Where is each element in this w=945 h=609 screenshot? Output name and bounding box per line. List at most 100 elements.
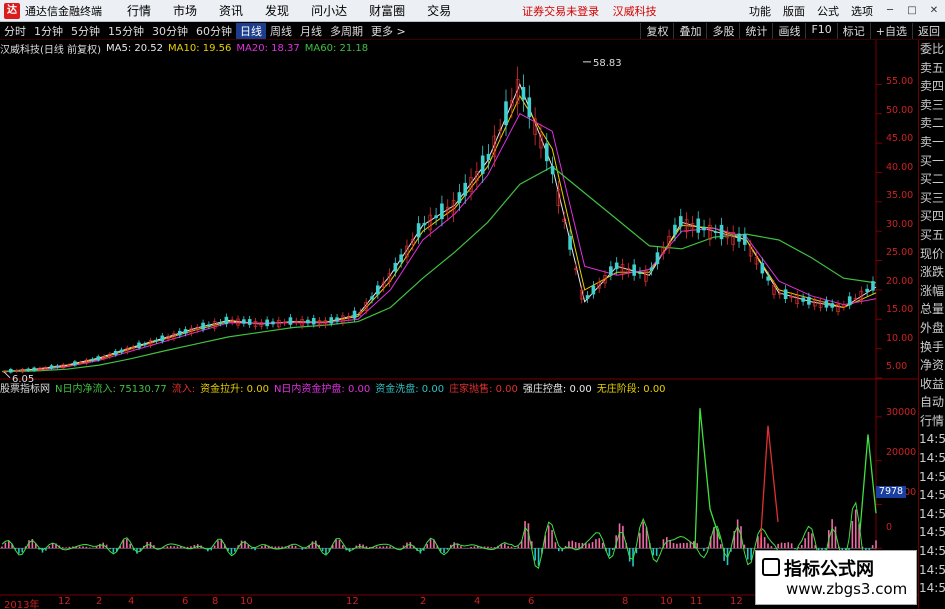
candle-body (26, 368, 31, 371)
candle-body (655, 252, 660, 265)
kline-chart[interactable]: 58.836.05 (0, 0, 945, 609)
high-label: 58.83 (593, 58, 622, 69)
candle-body (49, 365, 54, 369)
date-tick: 6 (528, 596, 535, 607)
watermark-logo: 指标公式网 www.zbgs3.com (755, 550, 917, 605)
candle-body (55, 365, 60, 368)
side-label[interactable]: 买二 (919, 170, 945, 189)
date-tick: 11 (690, 596, 703, 607)
candle-body (696, 218, 701, 233)
indicator-tick: 0 (886, 522, 893, 533)
ma10-label: MA10: 19.56 (168, 42, 232, 54)
candle-body (743, 234, 747, 245)
candle-body (585, 295, 590, 299)
quote-side-panel: 委比 卖五 卖四 卖三 卖二 卖一 买一 买二 买三 买四 买五 现价 涨跌 涨幅 总量 外盘 换手 净资 收益 自动… (918, 40, 945, 609)
date-tick: 6 (182, 596, 189, 607)
side-label[interactable]: 卖四 (919, 77, 945, 96)
candle-body (847, 296, 852, 306)
side-label[interactable]: 14:5 (919, 468, 945, 487)
side-label[interactable]: 14:5 (919, 449, 945, 468)
candle-body (393, 262, 398, 272)
candle-body (218, 322, 223, 324)
side-label[interactable]: 14:5 (919, 542, 945, 561)
indicator-value: N日内净流入: 75130.77 (55, 383, 167, 395)
side-label[interactable]: 卖二 (919, 114, 945, 133)
side-label[interactable]: 14:5 (919, 486, 945, 505)
current-indicator-value: 7978 (876, 486, 906, 498)
side-label[interactable]: 委比 (919, 40, 945, 59)
candle-body (550, 165, 555, 175)
candle-body (504, 101, 508, 126)
side-label[interactable]: 14:5 (919, 430, 945, 449)
side-label[interactable]: 14:5 (919, 561, 945, 580)
candle-body (247, 319, 252, 325)
side-label[interactable]: 涨幅 (919, 282, 945, 301)
candle-body (807, 296, 811, 305)
candle-body (224, 316, 229, 325)
date-tick: 8 (622, 596, 629, 607)
side-label[interactable]: 换手 (919, 338, 945, 357)
date-tick: 2 (96, 596, 103, 607)
candle-body (609, 266, 613, 276)
price-tick: 50.00 (886, 105, 914, 116)
side-label[interactable]: 总量 (919, 300, 945, 319)
candle-body (457, 192, 462, 203)
price-tick: 40.00 (886, 162, 914, 173)
side-label[interactable]: 卖五 (919, 59, 945, 78)
side-label[interactable]: 买五 (919, 226, 945, 245)
candle-body (638, 272, 642, 274)
candle-body (119, 349, 124, 353)
side-label[interactable]: 买一 (919, 152, 945, 171)
main-chart-header: 汉威科技(日线 前复权) MA5: 20.52 MA10: 19.56 MA20… (0, 41, 373, 56)
candle-body (649, 267, 654, 271)
candle-body (422, 222, 427, 226)
candle-body (632, 264, 636, 276)
candle-body (568, 236, 572, 250)
indicator-spike (859, 434, 877, 531)
candle-body (9, 369, 13, 373)
date-tick: 12 (58, 596, 71, 607)
ma20-label: MA20: 18.37 (236, 42, 300, 54)
candle-body (416, 223, 421, 238)
candle-body (737, 233, 741, 242)
candle-body (480, 155, 485, 174)
watermark-title: 指标公式网 (784, 559, 874, 580)
side-label[interactable]: 买四 (919, 207, 945, 226)
candle-body (434, 215, 438, 218)
indicator-value: 资金洗盘: 0.00 (375, 383, 445, 395)
candle-body (311, 318, 316, 325)
side-label[interactable]: 14:5 (919, 523, 945, 542)
candle-body (463, 182, 468, 196)
side-label[interactable]: 现价 (919, 245, 945, 264)
indicator-value: 资金拉升: 0.00 (200, 383, 269, 395)
side-label[interactable]: 涨跌 (919, 263, 945, 282)
side-label[interactable]: 外盘 (919, 319, 945, 338)
side-label[interactable]: 收益 (919, 375, 945, 394)
side-label[interactable]: 净资 (919, 356, 945, 375)
candle-body (352, 310, 357, 319)
side-label[interactable]: 自动 (919, 393, 945, 412)
stock-title: 汉威科技(日线 前复权) (0, 44, 101, 56)
ma5-label: MA5: 20.52 (105, 42, 163, 54)
indicator-value: N日内资金护盘: 0.00 (273, 383, 371, 395)
side-label[interactable]: 买三 (919, 189, 945, 208)
price-tick: 5.00 (886, 361, 908, 372)
side-label[interactable]: 14:5 (919, 579, 945, 598)
candle-body (143, 343, 147, 346)
ma60-label: MA60: 21.18 (304, 42, 369, 54)
candle-body (713, 231, 718, 233)
app-window: 达 通达信金融终端 行情 市场 资讯 发现 问小达 财富圈 交易 证券交易未登录… (0, 0, 945, 609)
candle-body (614, 262, 619, 270)
price-tick: 25.00 (886, 247, 914, 258)
price-tick: 45.00 (886, 133, 914, 144)
date-tick: 2 (420, 596, 427, 607)
candle-body (376, 285, 380, 295)
candle-body (702, 226, 706, 231)
side-label[interactable]: 卖三 (919, 96, 945, 115)
date-tick: 12 (346, 596, 359, 607)
side-label[interactable]: 卖一 (919, 133, 945, 152)
side-label[interactable]: 行情 (919, 412, 945, 431)
candle-body (207, 324, 211, 327)
candle-body (160, 335, 165, 342)
side-label[interactable]: 14:5 (919, 505, 945, 524)
